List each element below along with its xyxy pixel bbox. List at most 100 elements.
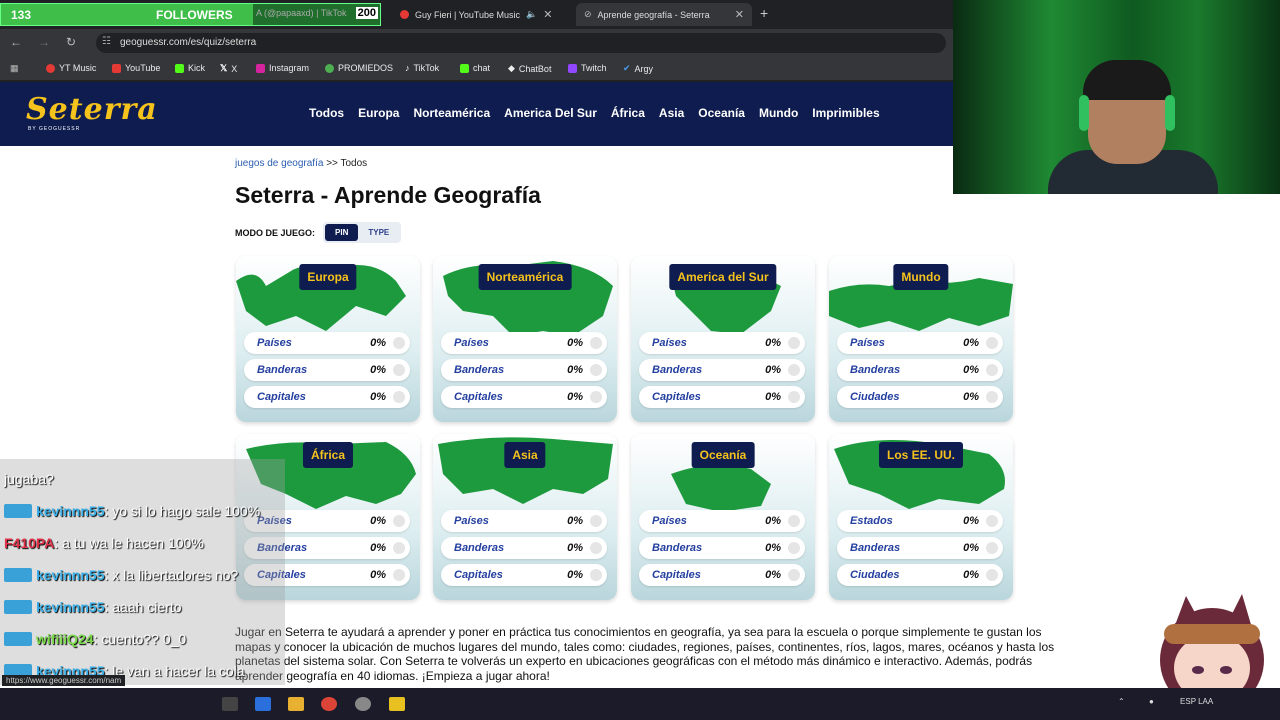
seterra-logo[interactable]: Seterra bbox=[26, 92, 158, 127]
quiz-label: Estados bbox=[850, 515, 893, 527]
bookmark-x[interactable]: 𝕏X bbox=[220, 63, 237, 74]
progress-circle-icon bbox=[986, 569, 998, 581]
nav-imprimibles[interactable]: Imprimibles bbox=[812, 106, 879, 120]
apps-icon[interactable]: ▦ bbox=[10, 63, 19, 74]
quiz-progress: 0% bbox=[370, 569, 386, 581]
nav-mundo[interactable]: Mundo bbox=[759, 106, 798, 120]
tray-chevron-icon[interactable]: ⌃ bbox=[1118, 697, 1125, 706]
close-icon[interactable]: ✕ bbox=[543, 8, 552, 21]
nav-asia[interactable]: Asia bbox=[659, 106, 684, 120]
bookmark-label: Twitch bbox=[581, 63, 607, 73]
nav-europa[interactable]: Europa bbox=[358, 106, 399, 120]
region-title[interactable]: África bbox=[302, 442, 354, 468]
progress-circle-icon bbox=[986, 364, 998, 376]
bookmark-chatbot[interactable]: ◆ ChatBot bbox=[508, 63, 551, 74]
tab-seterra[interactable]: ⊘ Aprende geografía - Seterra ✕ bbox=[576, 3, 752, 26]
folder-icon[interactable] bbox=[288, 697, 304, 711]
close-icon[interactable]: ✕ bbox=[735, 8, 744, 21]
back-icon[interactable]: ← bbox=[10, 35, 22, 49]
quiz-row[interactable]: Banderas 0% bbox=[639, 537, 805, 559]
region-title[interactable]: Los EE. UU. bbox=[878, 442, 964, 468]
region-title[interactable]: Asia bbox=[504, 442, 546, 468]
quiz-row[interactable]: Países 0% bbox=[441, 510, 607, 532]
quiz-row[interactable]: Estados 0% bbox=[837, 510, 1003, 532]
progress-circle-icon bbox=[788, 542, 800, 554]
bookmark-tiktok[interactable]: ♪ TikTok bbox=[405, 63, 439, 73]
nav-africa[interactable]: África bbox=[611, 106, 645, 120]
obs-icon[interactable] bbox=[355, 697, 371, 711]
bookmark-kick[interactable]: Kick bbox=[175, 63, 205, 73]
language-indicator[interactable]: ESP LAA bbox=[1180, 697, 1213, 706]
region-title[interactable]: America del Sur bbox=[669, 264, 777, 290]
bookmark-twitch[interactable]: Twitch bbox=[568, 63, 607, 73]
quiz-row[interactable]: Capitales 0% bbox=[244, 386, 410, 408]
region-card[interactable]: Europa Países 0% Banderas 0% Capitales 0% bbox=[236, 256, 420, 422]
quiz-label: Capitales bbox=[257, 391, 306, 403]
quiz-row[interactable]: Ciudades 0% bbox=[837, 386, 1003, 408]
quiz-row[interactable]: Ciudades 0% bbox=[837, 564, 1003, 586]
chat-badge-icon bbox=[4, 504, 32, 518]
quiz-row[interactable]: Capitales 0% bbox=[441, 386, 607, 408]
quiz-progress: 0% bbox=[765, 391, 781, 403]
mode-pin-button[interactable]: PIN bbox=[325, 224, 359, 241]
bookmark-youtube[interactable]: YouTube bbox=[112, 63, 160, 73]
quiz-row[interactable]: Países 0% bbox=[837, 332, 1003, 354]
quiz-row[interactable]: Países 0% bbox=[441, 332, 607, 354]
site-info-icon[interactable]: ☷ bbox=[102, 36, 111, 47]
mode-type-button[interactable]: TYPE bbox=[358, 224, 399, 241]
quiz-row[interactable]: Banderas 0% bbox=[244, 359, 410, 381]
nav-todos[interactable]: Todos bbox=[309, 106, 344, 120]
region-card[interactable]: Los EE. UU. Estados 0% Banderas 0% Ciudades 0% bbox=[829, 434, 1013, 600]
outlook-icon[interactable] bbox=[255, 697, 271, 711]
region-card[interactable]: Norteamérica Países 0% Banderas 0% Capitales 0… bbox=[433, 256, 617, 422]
twitch-icon bbox=[568, 63, 577, 73]
quiz-label: Capitales bbox=[454, 569, 503, 581]
quiz-row[interactable]: Países 0% bbox=[639, 332, 805, 354]
quiz-progress: 0% bbox=[963, 337, 979, 349]
breadcrumb-link[interactable]: juegos de geografía bbox=[235, 158, 323, 169]
region-title[interactable]: Oceanía bbox=[691, 442, 755, 468]
bookmark-chat[interactable]: chat bbox=[460, 63, 490, 73]
quiz-row[interactable]: Banderas 0% bbox=[441, 359, 607, 381]
chrome-icon[interactable] bbox=[321, 697, 337, 711]
new-tab-button[interactable]: + bbox=[760, 5, 768, 21]
forward-icon[interactable]: → bbox=[38, 35, 50, 49]
game-mode-switch: PIN TYPE bbox=[323, 222, 402, 243]
quiz-row[interactable]: Capitales 0% bbox=[639, 564, 805, 586]
region-title[interactable]: Mundo bbox=[893, 264, 949, 290]
quiz-row[interactable]: Capitales 0% bbox=[441, 564, 607, 586]
nav-america-del-sur[interactable]: America Del Sur bbox=[504, 106, 597, 120]
quiz-row[interactable]: Países 0% bbox=[639, 510, 805, 532]
taskview-icon[interactable] bbox=[222, 697, 238, 711]
bookmark-instagram[interactable]: Instagram bbox=[256, 63, 309, 73]
nav-oceania[interactable]: Oceanía bbox=[698, 106, 745, 120]
chat-badge-icon bbox=[4, 632, 32, 646]
region-title[interactable]: Europa bbox=[299, 264, 357, 290]
bookmark-yt-music[interactable]: YT Music bbox=[46, 63, 96, 73]
reload-icon[interactable]: ↻ bbox=[66, 35, 76, 49]
quiz-row[interactable]: Banderas 0% bbox=[837, 359, 1003, 381]
quiz-row[interactable]: Países 0% bbox=[244, 332, 410, 354]
region-card[interactable]: Asia Países 0% Banderas 0% Capitales 0% bbox=[433, 434, 617, 600]
bookmark-argy[interactable]: ✔ Argy bbox=[623, 63, 653, 74]
region-card[interactable]: Mundo Países 0% Banderas 0% Ciudades 0% bbox=[829, 256, 1013, 422]
youtube-icon bbox=[112, 63, 121, 73]
tab-youtube-music[interactable]: Guy Fieri | YouTube Music 🔈 ✕ bbox=[392, 3, 572, 26]
region-title[interactable]: Norteamérica bbox=[478, 264, 572, 290]
url-field[interactable]: ☷ geoguessr.com/es/quiz/seterra bbox=[96, 33, 946, 53]
bookmark-promiedos[interactable]: PROMIEDOS bbox=[325, 63, 393, 73]
tray-status-icon[interactable]: ● bbox=[1149, 697, 1154, 706]
app-icon[interactable] bbox=[389, 697, 405, 711]
nav-norteamerica[interactable]: Norteamérica bbox=[413, 106, 490, 120]
quiz-row[interactable]: Banderas 0% bbox=[639, 359, 805, 381]
tiktok-tab-title[interactable]: A (@papaaxd) | TikTok bbox=[256, 8, 347, 18]
argy-icon: ✔ bbox=[623, 63, 631, 73]
region-card[interactable]: Oceanía Países 0% Banderas 0% Capitales 0% bbox=[631, 434, 815, 600]
quiz-row[interactable]: Banderas 0% bbox=[441, 537, 607, 559]
progress-circle-icon bbox=[590, 569, 602, 581]
quiz-row[interactable]: Banderas 0% bbox=[837, 537, 1003, 559]
webcam-overlay bbox=[953, 0, 1280, 194]
quiz-row[interactable]: Capitales 0% bbox=[639, 386, 805, 408]
speaker-icon[interactable]: 🔈 bbox=[526, 9, 537, 20]
region-card[interactable]: America del Sur Países 0% Banderas 0% Capital… bbox=[631, 256, 815, 422]
